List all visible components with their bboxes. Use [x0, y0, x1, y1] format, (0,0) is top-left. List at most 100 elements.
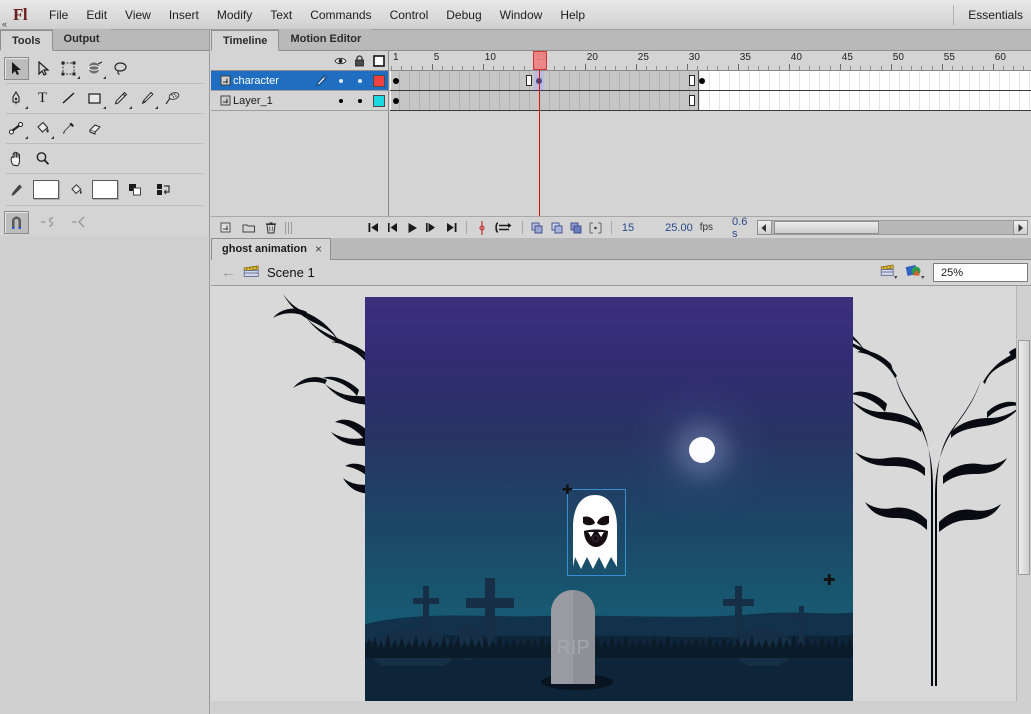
- ghost-selection-bounds[interactable]: [567, 489, 626, 576]
- onion-skin-outlines-button[interactable]: [550, 220, 564, 235]
- loop-playback-button[interactable]: [494, 220, 514, 235]
- bone-tool[interactable]: [4, 117, 29, 140]
- frame-rate-value[interactable]: 25.00: [663, 222, 695, 234]
- edit-scene-icon[interactable]: [879, 263, 899, 283]
- collapse-panel-icon[interactable]: «: [2, 19, 7, 29]
- modify-onion-markers-button[interactable]: [589, 220, 603, 235]
- black-and-white-icon[interactable]: [122, 178, 147, 201]
- stroke-color-swatch[interactable]: [33, 180, 59, 199]
- pen-tool[interactable]: [4, 87, 29, 110]
- outline-icon[interactable]: [369, 54, 388, 67]
- stage-vscroll-thumb[interactable]: [1018, 340, 1030, 575]
- menu-debug[interactable]: Debug: [437, 4, 490, 26]
- edit-symbols-icon[interactable]: [905, 263, 927, 283]
- smooth-option-icon[interactable]: [35, 211, 60, 234]
- menu-help[interactable]: Help: [551, 4, 594, 26]
- go-to-first-frame-button[interactable]: [366, 220, 380, 235]
- keyframe[interactable]: [393, 98, 399, 104]
- fill-color-swatch[interactable]: [92, 180, 118, 199]
- swap-colors-icon[interactable]: [151, 178, 176, 201]
- subselection-tool[interactable]: [30, 57, 55, 80]
- tab-timeline[interactable]: Timeline: [211, 30, 280, 51]
- keyframe[interactable]: [393, 78, 399, 84]
- tool-flyout-arrow[interactable]: [22, 136, 28, 139]
- go-to-last-frame-button[interactable]: [444, 220, 458, 235]
- frame-row-layer-1[interactable]: [390, 91, 1031, 111]
- layer-visibility-toggle[interactable]: [331, 78, 350, 83]
- keyframe[interactable]: [699, 78, 705, 84]
- layer-lock-toggle[interactable]: [350, 78, 369, 83]
- text-tool[interactable]: T: [30, 87, 55, 110]
- menu-modify[interactable]: Modify: [208, 4, 261, 26]
- panel-resize-grip[interactable]: [285, 221, 293, 234]
- menu-file[interactable]: File: [40, 4, 77, 26]
- step-back-one-frame-button[interactable]: [386, 220, 400, 235]
- 3d-rotation-tool[interactable]: [82, 57, 107, 80]
- eyedropper-tool[interactable]: [56, 117, 81, 140]
- tool-flyout-arrow[interactable]: [22, 106, 28, 109]
- blank-keyframe[interactable]: [525, 75, 532, 86]
- scene-name-label[interactable]: Scene 1: [267, 265, 315, 280]
- tool-flyout-arrow[interactable]: [48, 136, 54, 139]
- layer-outline-color[interactable]: [369, 94, 388, 107]
- layer-visibility-toggle[interactable]: [331, 98, 350, 103]
- frame-row-character[interactable]: [390, 71, 1031, 91]
- onion-skin-button[interactable]: [475, 220, 489, 235]
- blank-keyframe[interactable]: [688, 95, 695, 106]
- layer-row-character[interactable]: character: [211, 71, 388, 91]
- close-icon[interactable]: ×: [315, 239, 322, 260]
- tab-motion-editor[interactable]: Motion Editor: [279, 29, 373, 50]
- scroll-thumb[interactable]: [773, 221, 879, 234]
- deco-tool[interactable]: [160, 87, 185, 110]
- lasso-tool[interactable]: [108, 57, 133, 80]
- delete-layer-button[interactable]: [263, 220, 278, 235]
- layer-name-layer-1[interactable]: Layer_1: [231, 95, 311, 107]
- layer-name-character[interactable]: character: [231, 75, 311, 87]
- lock-icon[interactable]: [350, 54, 369, 67]
- straighten-option-icon[interactable]: [66, 211, 91, 234]
- tab-tools[interactable]: Tools: [0, 30, 53, 51]
- zoom-tool[interactable]: [30, 147, 55, 170]
- timeline-horizontal-scrollbar[interactable]: [756, 220, 1028, 235]
- layer-lock-toggle[interactable]: [350, 98, 369, 103]
- document-tab-ghost-animation[interactable]: ghost animation ×: [211, 238, 331, 260]
- layer-row-layer-1[interactable]: Layer_1: [211, 91, 388, 111]
- timeline-ruler[interactable]: 15101520253035404550556065707580: [390, 51, 1031, 71]
- menu-view[interactable]: View: [116, 4, 160, 26]
- new-folder-button[interactable]: [241, 220, 256, 235]
- layer-outline-color[interactable]: [369, 74, 388, 87]
- tool-flyout-arrow[interactable]: [100, 76, 106, 79]
- line-tool[interactable]: [56, 87, 81, 110]
- hand-tool[interactable]: [4, 147, 29, 170]
- pencil-tool[interactable]: [108, 87, 133, 110]
- blank-keyframe[interactable]: [688, 75, 695, 86]
- eraser-tool[interactable]: [82, 117, 107, 140]
- back-arrow-icon[interactable]: ←: [221, 264, 236, 281]
- rectangle-tool[interactable]: [82, 87, 107, 110]
- tab-output[interactable]: Output: [52, 29, 111, 50]
- snap-to-objects-icon[interactable]: [4, 210, 29, 234]
- scroll-left-arrow[interactable]: [756, 220, 772, 235]
- scroll-track[interactable]: [771, 220, 1013, 235]
- center-frame-button[interactable]: [531, 220, 545, 235]
- stage-workspace[interactable]: RIP ✚ ✚: [211, 286, 1031, 713]
- tool-flyout-arrow[interactable]: [100, 106, 106, 109]
- edit-multiple-frames-button[interactable]: [569, 220, 583, 235]
- tool-flyout-arrow[interactable]: [126, 106, 132, 109]
- zoom-level-input[interactable]: 25%: [933, 263, 1028, 282]
- tool-flyout-arrow[interactable]: [152, 106, 158, 109]
- playhead-marker[interactable]: [532, 51, 547, 70]
- new-layer-button[interactable]: [219, 220, 234, 235]
- paint-bucket-tool[interactable]: [30, 117, 55, 140]
- stage-vertical-scrollbar[interactable]: [1016, 286, 1031, 713]
- menu-window[interactable]: Window: [491, 4, 552, 26]
- free-transform-tool[interactable]: [56, 57, 81, 80]
- menu-commands[interactable]: Commands: [301, 4, 380, 26]
- step-forward-one-frame-button[interactable]: [425, 220, 439, 235]
- menu-insert[interactable]: Insert: [160, 4, 208, 26]
- current-frame-value[interactable]: 15: [620, 222, 636, 234]
- selection-tool[interactable]: [4, 57, 29, 80]
- menu-text[interactable]: Text: [261, 4, 301, 26]
- scroll-right-arrow[interactable]: [1013, 220, 1028, 235]
- brush-tool[interactable]: [134, 87, 159, 110]
